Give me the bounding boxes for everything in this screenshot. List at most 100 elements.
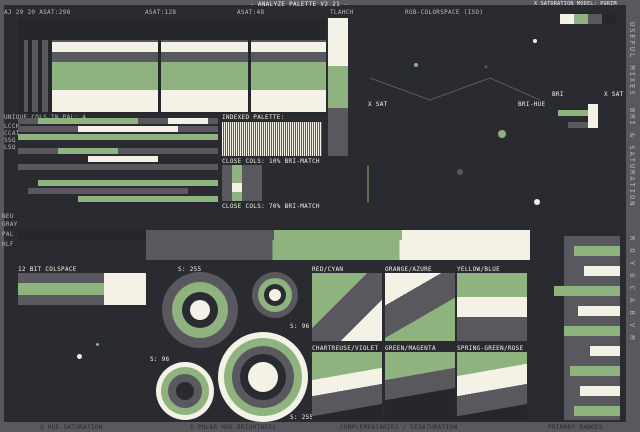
footer-hue-saturation: X HUE-SATURATION [40,424,103,431]
close-cols-grid [222,165,262,201]
bri-bar [588,104,598,128]
mix-row [18,134,218,140]
hue-stripes-panel [18,18,326,114]
polar-wheel-2[interactable] [252,272,298,318]
saturation-model-label[interactable]: X SATURATION MODEL: PURIM [534,1,617,8]
hue-sat-point [96,343,99,346]
comp-swatch-yellow-blue[interactable] [457,273,527,341]
mix-row [78,126,178,132]
footer-polar: X POLAR HUE-BRIGHTNESS [190,424,277,431]
comp-label-spring-green-rose: SPRING-GREEN/ROSE [457,345,524,352]
halftone-bar [146,240,530,260]
comp-swatch-chartreuse-violet[interactable] [312,352,382,420]
stripe-divider [248,40,251,112]
mix-row [88,156,158,162]
close-cols-70-label: CLOSE COLS: 70% BRI-MATCH [222,203,320,210]
range-bar [590,346,620,356]
color-point [414,63,418,67]
stripe-band-grey2 [52,52,326,62]
header-label-a: AJ 29 20 ASAT:298 [4,9,71,16]
comp-swatch-spring-green-rose[interactable] [457,352,527,420]
mix-row [18,148,218,154]
ring-center [190,300,210,320]
range-bar [584,266,620,276]
sat-curve-left [369,77,491,101]
luma-green [328,66,348,108]
range-bar [570,366,620,376]
grid-bg [222,165,262,201]
color-point [457,169,463,175]
bri-bar [558,110,588,116]
primary-ranges [534,236,620,420]
color-point [484,65,488,69]
polar-wheel-1[interactable] [162,272,238,348]
polar-s255-b: S: 255 [290,414,314,421]
footer-complementaries: COMPLEMENTARIES / DESATURATION [340,424,458,431]
close-cols-10-label: CLOSE COLS: 10% BRI-MATCH [222,158,320,165]
mix-row [38,180,218,186]
mix-row [78,196,218,202]
polar-wheel-3[interactable] [156,362,214,420]
comp-swatch-orange-azure[interactable] [385,273,455,341]
range-bar [574,406,620,416]
mix-row [168,118,208,124]
stripe-divider [158,40,161,112]
header-label-b: ASAT:128 [145,9,177,16]
bri-bar [568,122,588,128]
mix-row [18,164,218,170]
rgb-bri: BRI [552,91,564,98]
stripe-divider [18,40,24,112]
mix-rows [18,118,218,208]
sat-curve-right [489,77,541,101]
range-bar [580,386,620,396]
polar-s96-b: S: 96 [150,356,170,363]
header-label-c: ASAT:48 [237,9,265,16]
side-label-pal: PAL [2,231,14,238]
stripe-band-green [52,60,326,90]
rgb-sat-right: X SAT [604,91,624,98]
plot-band [104,273,146,305]
rgb-letters-label: R O Y G C A B V M [628,236,636,342]
comp-label-orange-azure: ORANGE/AZURE [385,266,432,273]
range-bar [578,306,620,316]
range-bar [574,246,620,256]
mix-row [28,188,188,194]
ring-center [176,382,194,400]
palette-analyzer: AJ 29 20 ASAT:298 ASAT:128 ASAT:48 - ANA… [0,0,640,432]
hue-sat-point [77,354,82,359]
rgb-sat-left: X SAT [368,101,388,108]
side-label-neu: NEU [2,213,14,220]
grid-cell [232,183,242,192]
bri-sat-label: BRI & SATURATION [628,108,636,208]
mix-row [58,148,118,154]
color-point [498,130,506,138]
range-bar [564,326,620,336]
footer-primary-ranges: PRIMARY RANGES [548,424,603,431]
indexed-palette-grid [222,122,322,156]
range-bar [554,286,620,296]
bit-colspace-label: 12 BIT COLSPACE [18,266,77,273]
bit-colspace-plot [18,273,146,305]
side-label-hlf: HLF [2,241,14,248]
palette-ramp-bar [18,230,530,240]
row-label-lsq: LSQ [4,144,16,151]
comp-label-yellow-blue: YELLOW/BLUE [457,266,501,273]
stripe-divider [38,40,42,112]
comp-label-chartreuse-violet: CHARTREUSE/VIOLET [312,345,379,352]
comp-label-green-magenta: GREEN/MAGENTA [385,345,436,352]
comp-swatch-red-cyan[interactable] [312,273,382,341]
polar-wheel-4[interactable] [218,332,308,422]
color-point [534,199,540,205]
bri-sat-bars [558,104,598,128]
row-label-ssq: SSQ [4,137,16,144]
colorspace-title: RGB-COLORSPACE (ISO) [405,9,484,16]
app-title: - ANALYZE PALETTE V2.21 - [250,1,348,8]
stripe-divider [28,40,32,112]
comp-label-red-cyan: RED/CYAN [312,266,344,273]
luma-column [328,18,348,156]
ring-center [269,289,281,301]
comp-swatch-green-magenta[interactable] [385,352,455,420]
ring-center [248,362,278,392]
useful-mixes-label: USEFUL MIXES [628,22,636,97]
side-label-gray: GRAY [2,221,18,228]
